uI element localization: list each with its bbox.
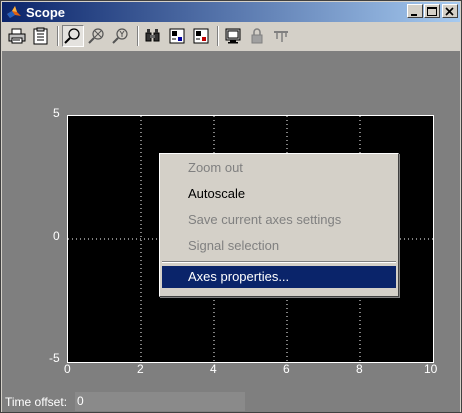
lock-icon: [251, 28, 263, 44]
zoom-button[interactable]: [62, 25, 84, 47]
signal-selector-icon: [274, 31, 288, 42]
time-offset-label: Time offset:: [5, 394, 68, 409]
x-tick-label: 0: [64, 362, 71, 376]
zoom-x-button[interactable]: [86, 25, 108, 47]
toolbar-separator: [137, 26, 139, 46]
restore-axes-icon: [193, 28, 209, 44]
time-offset-value: 0: [75, 392, 246, 411]
x-tick-label: 8: [356, 362, 363, 376]
y-tick-label: 0: [53, 229, 60, 243]
zoom-y-button[interactable]: [110, 25, 132, 47]
maximize-button[interactable]: [424, 4, 440, 18]
zoom-y-icon: [112, 28, 128, 44]
close-icon: [445, 7, 454, 16]
y-tick-label: 5: [53, 106, 60, 120]
x-tick-label: 4: [210, 362, 217, 376]
menu-item-axes-properties[interactable]: Axes properties...: [162, 266, 396, 288]
toolbar-separator: [217, 26, 219, 46]
menu-item-signal-selection[interactable]: Signal selection: [162, 235, 396, 257]
save-axes-button[interactable]: [166, 25, 188, 47]
menu-separator: [162, 261, 396, 263]
window-title: Scope: [26, 4, 66, 20]
y-tick-label: -5: [49, 351, 60, 365]
menu-item-save-axes[interactable]: Save current axes settings: [162, 209, 396, 231]
minimize-button[interactable]: [407, 4, 423, 18]
zoom-icon: [64, 28, 80, 44]
zoom-x-icon: [88, 28, 104, 44]
status-bar: Time offset: 0: [2, 391, 460, 412]
toolbar: [2, 23, 460, 49]
context-menu: Zoom out Autoscale Save current axes set…: [159, 153, 399, 297]
lock-axes-button[interactable]: [246, 25, 268, 47]
x-tick-label: 10: [424, 362, 438, 376]
floating-scope-icon: [225, 28, 241, 44]
minimize-icon: [411, 14, 417, 16]
window-controls: [406, 4, 458, 18]
print-icon: [8, 28, 26, 44]
autoscale-icon: [145, 29, 160, 42]
print-button[interactable]: [6, 25, 28, 47]
parameters-icon: [33, 27, 48, 45]
scope-window: Scope 5 0 -5 0 2 4 6 8 10 Time offset: 0…: [0, 0, 462, 413]
x-tick-label: 2: [137, 362, 144, 376]
maximize-icon: [427, 7, 437, 16]
parameters-button[interactable]: [30, 25, 52, 47]
menu-item-zoom-out[interactable]: Zoom out: [162, 157, 396, 179]
signal-selector-button[interactable]: [270, 25, 292, 47]
matlab-logo-icon: [6, 4, 22, 20]
close-button[interactable]: [442, 4, 458, 18]
save-axes-icon: [169, 28, 185, 44]
restore-axes-button[interactable]: [190, 25, 212, 47]
x-tick-label: 6: [283, 362, 290, 376]
floating-scope-button[interactable]: [222, 25, 244, 47]
toolbar-separator: [57, 26, 59, 46]
menu-item-autoscale[interactable]: Autoscale: [162, 183, 396, 205]
autoscale-button[interactable]: [142, 25, 164, 47]
title-bar[interactable]: Scope: [2, 2, 460, 22]
